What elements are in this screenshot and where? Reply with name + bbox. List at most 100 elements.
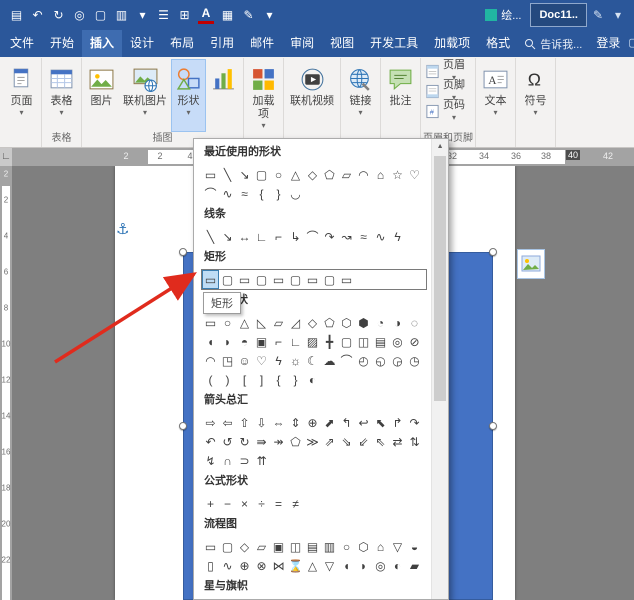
open-icon[interactable]: ▥ — [111, 4, 132, 26]
tab-addins[interactable]: 加载项 — [426, 30, 478, 57]
shape-item[interactable]: ⊘ — [406, 332, 423, 351]
shape-item[interactable]: ▢ — [321, 270, 338, 289]
shape-item[interactable]: ⬠ — [321, 165, 338, 184]
sign-in-link[interactable]: 登录 — [588, 30, 628, 57]
shape-item[interactable]: ◷ — [406, 351, 423, 370]
shape-item[interactable]: ◠ — [355, 165, 372, 184]
symbol-button[interactable]: Ω符号▾ — [518, 59, 553, 132]
tab-format[interactable]: 格式 — [478, 30, 518, 57]
shape-item[interactable]: ▽ — [321, 556, 338, 575]
shape-item[interactable]: ☾ — [304, 351, 321, 370]
shape-item[interactable]: ⌐ — [270, 332, 287, 351]
shape-item[interactable]: ⬠ — [321, 313, 338, 332]
shape-item[interactable]: ϟ — [389, 227, 406, 246]
shape-item[interactable]: ◎ — [389, 332, 406, 351]
document-title-tab[interactable]: Doc11.. — [530, 3, 587, 27]
shape-item[interactable]: ▣ — [253, 332, 270, 351]
shape-item[interactable]: ○ — [219, 313, 236, 332]
shape-item[interactable]: ↠ — [270, 432, 287, 451]
shape-item[interactable]: ╲ — [219, 165, 236, 184]
shape-item[interactable]: ◗ — [355, 556, 372, 575]
links-button[interactable]: 链接▾ — [343, 59, 378, 132]
shape-item[interactable]: ⬡ — [338, 313, 355, 332]
tab-mailings[interactable]: 邮件 — [242, 30, 282, 57]
shape-handle-top-right[interactable] — [489, 248, 497, 256]
shape-item[interactable]: ⇖ — [372, 432, 389, 451]
shape-item[interactable]: ◖ — [202, 332, 219, 351]
shape-item[interactable]: ∿ — [219, 556, 236, 575]
shape-item[interactable]: ◿ — [287, 313, 304, 332]
shape-item[interactable]: ▢ — [287, 270, 304, 289]
shape-item[interactable]: ▨ — [304, 332, 321, 351]
shape-item[interactable]: ◖ — [338, 556, 355, 575]
shape-item[interactable]: ▢ — [219, 537, 236, 556]
shape-item[interactable]: ☁ — [321, 351, 338, 370]
shape-item[interactable]: ↺ — [219, 432, 236, 451]
shape-item[interactable]: ↝ — [338, 227, 355, 246]
shape-item[interactable]: ◠ — [202, 351, 219, 370]
shape-item[interactable]: ▭ — [270, 270, 287, 289]
shape-item[interactable]: ▤ — [372, 332, 389, 351]
shape-item[interactable]: ◇ — [304, 165, 321, 184]
shape-item[interactable]: ∟ — [253, 227, 270, 246]
vertical-ruler[interactable]: 2246810121416182022 — [0, 166, 12, 600]
shape-item[interactable]: ⊃ — [236, 451, 253, 470]
shape-item[interactable]: ☺ — [236, 351, 253, 370]
online-picture-button[interactable]: 联机图片▾ — [119, 59, 171, 132]
borders-icon[interactable]: ▦ — [217, 4, 238, 26]
shape-item[interactable]: ↷ — [406, 413, 423, 432]
shape-item[interactable]: ⌒ — [304, 227, 321, 246]
shape-item[interactable]: ◳ — [219, 351, 236, 370]
shape-item[interactable]: ♡ — [253, 351, 270, 370]
tab-file[interactable]: 文件 — [2, 30, 42, 57]
shape-item[interactable]: ( — [202, 370, 219, 389]
shape-item[interactable]: ] — [253, 370, 270, 389]
shape-item[interactable]: ↰ — [338, 413, 355, 432]
shape-item[interactable]: ↶ — [202, 432, 219, 451]
scrollbar-thumb[interactable] — [434, 156, 446, 401]
shape-item[interactable]: ◫ — [287, 537, 304, 556]
tab-view[interactable]: 视图 — [322, 30, 362, 57]
shape-item[interactable]: ⬈ — [321, 413, 338, 432]
shape-item[interactable]: △ — [304, 556, 321, 575]
shape-item[interactable]: ↘ — [219, 227, 236, 246]
scroll-up-icon[interactable]: ▲ — [432, 139, 448, 154]
textbox-button[interactable]: A文本▾ — [478, 59, 513, 132]
shape-item[interactable]: ◒ — [406, 537, 423, 556]
save-icon[interactable]: ▤ — [6, 4, 27, 26]
shape-item[interactable]: × — [236, 494, 253, 513]
shape-item[interactable]: ⇘ — [338, 432, 355, 451]
tab-insert[interactable]: 插入 — [82, 30, 122, 57]
shape-item[interactable]: △ — [287, 165, 304, 184]
shape-item[interactable]: ↔ — [236, 227, 253, 246]
shape-item[interactable]: ÷ — [253, 494, 270, 513]
shape-item[interactable]: ▱ — [338, 165, 355, 184]
redo-icon[interactable]: ↻ — [48, 4, 69, 26]
more-commands-icon[interactable]: ▾ — [259, 4, 280, 26]
paragraph-icon[interactable]: ☰ — [153, 4, 174, 26]
shape-item[interactable]: ◔ — [372, 313, 389, 332]
shape-item[interactable]: ↱ — [389, 413, 406, 432]
shape-item[interactable]: ⇅ — [406, 432, 423, 451]
comment-button[interactable]: 批注 — [383, 59, 418, 132]
tab-home[interactable]: 开始 — [42, 30, 82, 57]
margin-picture-indicator[interactable] — [517, 249, 545, 279]
ribbon-options-icon[interactable]: ▾ — [608, 8, 628, 22]
shape-item[interactable]: ϟ — [270, 351, 287, 370]
header-button[interactable]: 页眉▾ — [423, 61, 473, 81]
pages-button[interactable]: 页面▾ — [4, 59, 39, 132]
shapes-menu-scrollbar[interactable]: ▲ — [431, 139, 448, 599]
shape-item[interactable]: ▢ — [253, 270, 270, 289]
shape-item[interactable]: } — [270, 184, 287, 203]
shape-item[interactable]: ╋ — [321, 332, 338, 351]
shape-item[interactable]: ♡ — [406, 165, 423, 184]
shape-item[interactable]: ⇕ — [287, 413, 304, 432]
shape-item[interactable]: ⌒ — [338, 351, 355, 370]
shape-item[interactable]: ▣ — [270, 537, 287, 556]
shape-item[interactable]: ↷ — [321, 227, 338, 246]
shape-item[interactable]: ⊕ — [236, 556, 253, 575]
new-doc-icon[interactable]: ▢ — [90, 4, 111, 26]
shape-item[interactable]: ↳ — [287, 227, 304, 246]
shape-item[interactable]: ⇗ — [321, 432, 338, 451]
table-quick-icon[interactable]: ⊞ — [174, 4, 195, 26]
